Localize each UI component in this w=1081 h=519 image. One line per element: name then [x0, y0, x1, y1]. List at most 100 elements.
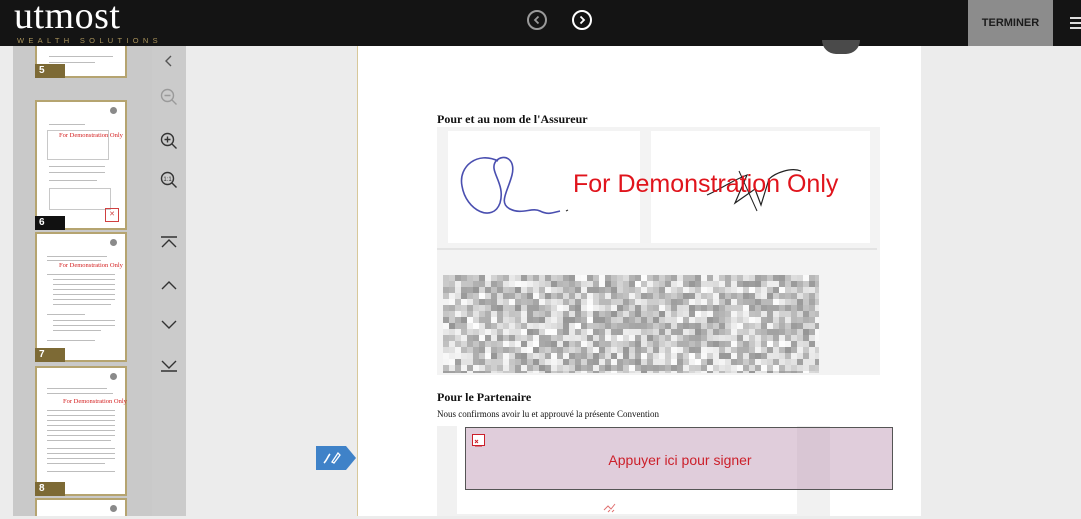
redaction-pixel — [815, 275, 819, 281]
current-signature-marker[interactable] — [316, 446, 356, 470]
thumbnail-page-7[interactable]: For Demonstration Only 7 — [35, 232, 127, 362]
redaction-pixel — [449, 317, 455, 323]
thumbnail-page-6[interactable]: For Demonstration Only ✕ 6 — [35, 100, 127, 230]
redaction-pixel — [575, 371, 581, 373]
redaction-pixel — [497, 317, 503, 323]
signature-field-icon: ✕ — [105, 208, 119, 222]
redaction-pixel — [509, 293, 515, 299]
redaction-pixel — [527, 329, 533, 335]
redaction-pixel — [509, 347, 515, 353]
redaction-pixel — [527, 341, 533, 347]
redaction-pixel — [515, 335, 521, 341]
redaction-pixel — [569, 299, 575, 305]
redaction-pixel — [581, 317, 587, 323]
redaction-pixel — [647, 323, 653, 329]
zoom-actual-size-button[interactable]: 1:1 — [158, 169, 180, 191]
redaction-pixel — [605, 341, 611, 347]
redaction-pixel — [545, 347, 551, 353]
redaction-pixel — [719, 347, 725, 353]
finish-button[interactable]: TERMINER — [968, 0, 1053, 46]
redaction-pixel — [671, 335, 677, 341]
pixelated-redaction — [443, 275, 819, 373]
redaction-pixel — [629, 347, 635, 353]
redaction-pixel — [539, 275, 545, 281]
redaction-pixel — [797, 299, 803, 305]
redaction-pixel — [497, 275, 503, 281]
redaction-pixel — [569, 293, 575, 299]
redaction-pixel — [533, 299, 539, 305]
hamburger-menu-icon[interactable] — [1070, 17, 1081, 31]
redaction-pixel — [485, 329, 491, 335]
redaction-pixel — [581, 347, 587, 353]
redaction-pixel — [737, 299, 743, 305]
redaction-pixel — [677, 299, 683, 305]
redaction-pixel — [467, 347, 473, 353]
redaction-pixel — [539, 299, 545, 305]
sign-here-field[interactable]: Appuyer ici pour signer — [465, 427, 893, 490]
redaction-pixel — [749, 293, 755, 299]
thumbnail-page-8[interactable]: For Demonstration Only 8 — [35, 366, 127, 496]
redaction-pixel — [635, 347, 641, 353]
redaction-pixel — [755, 371, 761, 373]
redaction-pixel — [557, 305, 563, 311]
redaction-pixel — [719, 371, 725, 373]
redaction-pixel — [743, 293, 749, 299]
redaction-pixel — [455, 359, 461, 365]
next-signature-button[interactable] — [572, 10, 592, 30]
redaction-pixel — [605, 359, 611, 365]
collapse-panel-button[interactable] — [158, 50, 180, 72]
redaction-pixel — [539, 281, 545, 287]
redaction-pixel — [665, 311, 671, 317]
redaction-pixel — [443, 311, 449, 317]
previous-signature-button[interactable] — [527, 10, 547, 30]
redaction-pixel — [629, 281, 635, 287]
redaction-pixel — [533, 341, 539, 347]
redaction-pixel — [701, 335, 707, 341]
redaction-pixel — [563, 275, 569, 281]
redaction-pixel — [461, 293, 467, 299]
redaction-pixel — [761, 299, 767, 305]
redaction-pixel — [779, 341, 785, 347]
thumbnail-table — [49, 188, 111, 210]
redaction-pixel — [473, 371, 479, 373]
redaction-pixel — [623, 305, 629, 311]
page-status-dot — [110, 505, 117, 512]
next-page-button[interactable] — [158, 314, 180, 336]
redaction-pixel — [605, 287, 611, 293]
redaction-pixel — [599, 341, 605, 347]
zoom-out-button[interactable] — [158, 86, 180, 108]
redaction-pixel — [593, 305, 599, 311]
thumbnail-watermark: For Demonstration Only — [59, 262, 123, 269]
previous-page-button[interactable] — [158, 274, 180, 296]
logo-tagline: WEALTH SOLUTIONS — [17, 36, 162, 45]
redaction-pixel — [677, 317, 683, 323]
zoom-actual-size-icon: 1:1 — [160, 171, 177, 188]
redaction-pixel — [467, 353, 473, 359]
last-page-button[interactable] — [158, 354, 180, 376]
redaction-pixel — [473, 329, 479, 335]
redaction-pixel — [533, 347, 539, 353]
redaction-pixel — [443, 275, 449, 281]
redaction-pixel — [731, 341, 737, 347]
redaction-pixel — [731, 317, 737, 323]
redaction-pixel — [725, 371, 731, 373]
redaction-pixel — [497, 335, 503, 341]
redaction-pixel — [545, 293, 551, 299]
thumbnail-page-9[interactable] — [35, 498, 127, 516]
thumbnail-strip[interactable]: 5 For Demonstration Only ✕ 6 For Demonst… — [13, 46, 152, 516]
redaction-pixel — [797, 341, 803, 347]
redaction-pixel — [503, 359, 509, 365]
redaction-pixel — [539, 335, 545, 341]
redaction-pixel — [653, 323, 659, 329]
redaction-pixel — [635, 353, 641, 359]
thumbnail-page-5[interactable]: 5 — [35, 46, 127, 78]
redaction-pixel — [461, 347, 467, 353]
zoom-in-button[interactable] — [158, 130, 180, 152]
redaction-pixel — [509, 317, 515, 323]
first-page-button[interactable] — [158, 232, 180, 254]
redaction-pixel — [749, 371, 755, 373]
redaction-pixel — [653, 359, 659, 365]
redaction-pixel — [533, 371, 539, 373]
redaction-pixel — [713, 365, 719, 371]
redaction-pixel — [671, 287, 677, 293]
